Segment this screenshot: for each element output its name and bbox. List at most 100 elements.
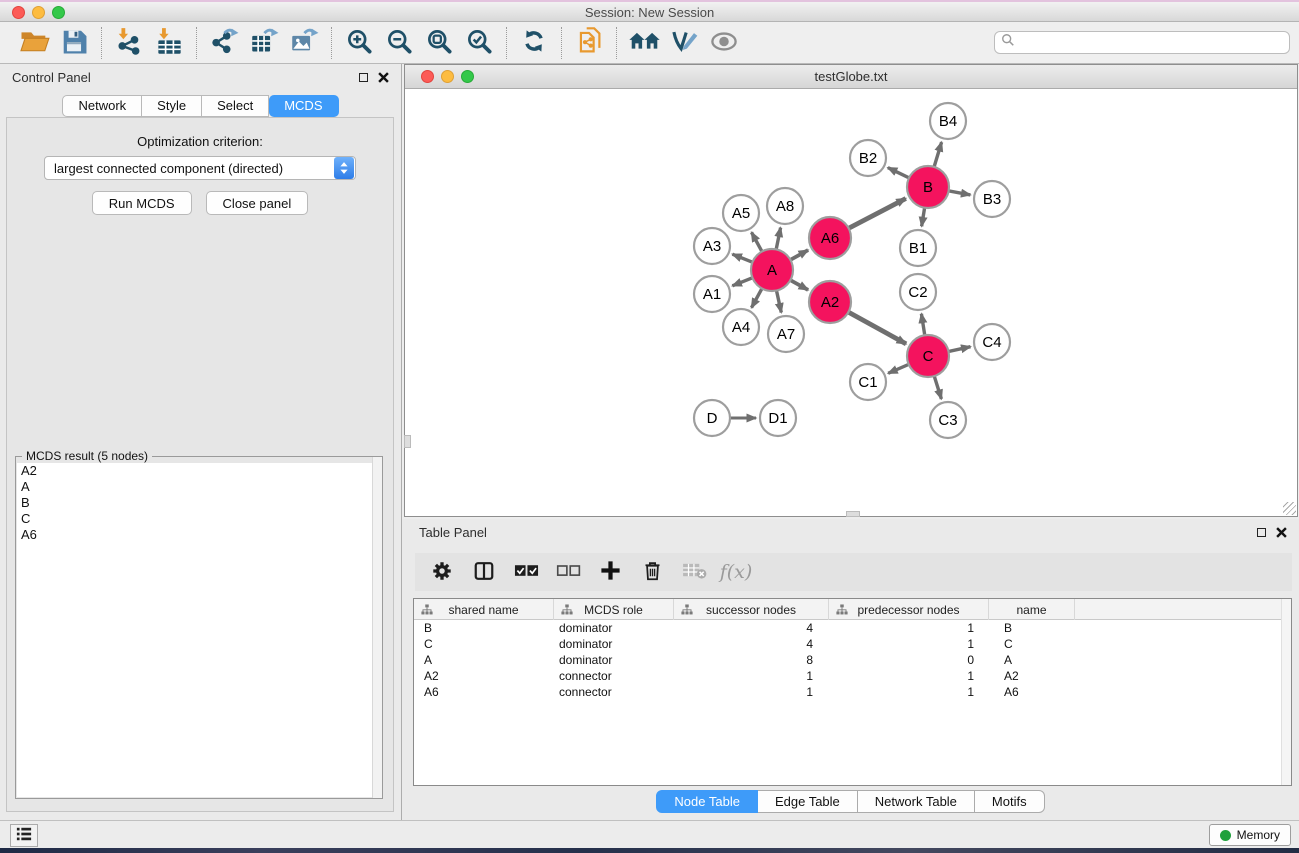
column-header-MCDS-role[interactable]: MCDS role [554,599,674,620]
column-header-shared-name[interactable]: shared name [414,599,554,620]
clone-network-button[interactable] [569,25,609,61]
tab-network[interactable]: Network [62,95,142,117]
result-item-C[interactable]: C [17,511,381,527]
network-canvas[interactable]: B4 B2 B B3 A8A5 A6 A3 B1 A C2 A1 A2 A4A7 C4 C C1 D D1 C3 [405,89,1297,516]
table-panel-close-icon[interactable] [1275,526,1287,538]
export-table-button[interactable] [244,25,284,61]
run-mcds-button[interactable]: Run MCDS [92,191,192,215]
function-button[interactable]: f(x) [723,559,749,585]
criterion-select[interactable]: largest connected component (directed) [44,156,356,180]
node-A1[interactable]: A1 [694,276,730,312]
node-C3[interactable]: C3 [930,402,966,438]
column-header-name[interactable]: name [989,599,1075,620]
control-panel-close-icon[interactable] [377,71,389,83]
node-A5[interactable]: A5 [723,195,759,231]
column-header-predecessor-nodes[interactable]: predecessor nodes [829,599,989,620]
tab-style[interactable]: Style [142,95,202,117]
zoom-selected-button[interactable] [459,25,499,61]
tab-motifs[interactable]: Motifs [975,790,1045,813]
result-item-A[interactable]: A [17,479,381,495]
node-A3[interactable]: A3 [694,228,730,264]
node-label: C [923,348,934,365]
memory-button[interactable]: Memory [1209,824,1291,846]
node-A7[interactable]: A7 [768,316,804,352]
select-all-button[interactable] [513,559,539,585]
show-hide-button[interactable] [704,25,744,61]
node-B1[interactable]: B1 [900,230,936,266]
deselect-all-button[interactable] [555,559,581,585]
tab-network-table[interactable]: Network Table [858,790,975,813]
node-C2[interactable]: C2 [900,274,936,310]
columns-button[interactable] [471,559,497,585]
cell: B [989,620,1075,636]
delete-table-icon [682,561,707,583]
delete-table-button[interactable] [681,559,707,585]
tab-select[interactable]: Select [202,95,269,117]
table-row-A6[interactable]: A6connector11A6 [414,684,1291,700]
import-network-icon [115,27,144,59]
node-D1[interactable]: D1 [760,400,796,436]
save-session-button[interactable] [54,25,94,61]
table-row-C[interactable]: Cdominator41C [414,636,1291,652]
node-A4[interactable]: A4 [723,309,759,345]
tab-edge-table[interactable]: Edge Table [758,790,858,813]
tab-mcds[interactable]: MCDS [269,95,338,117]
home-button[interactable] [624,25,664,61]
network-window-titlebar[interactable]: testGlobe.txt [405,65,1297,89]
search-input[interactable] [1015,34,1289,52]
tab-node-table[interactable]: Node Table [656,790,758,813]
node-D[interactable]: D [694,400,730,436]
delete-button[interactable] [639,559,665,585]
split-divider-handle-vertical[interactable] [404,435,411,448]
node-B[interactable]: B [907,166,949,208]
node-A2[interactable]: A2 [809,281,851,323]
node-B3[interactable]: B3 [974,181,1010,217]
table-row-A[interactable]: Adominator80A [414,652,1291,668]
node-C4[interactable]: C4 [974,324,1010,360]
node-label: D [707,410,718,427]
result-item-A6[interactable]: A6 [17,527,381,543]
import-network-button[interactable] [109,25,149,61]
result-item-B[interactable]: B [17,495,381,511]
zoom-out-button[interactable] [379,25,419,61]
export-image-icon [290,27,319,59]
result-item-A2[interactable]: A2 [17,463,381,479]
open-session-button[interactable] [14,25,54,61]
column-header-successor-nodes[interactable]: successor nodes [674,599,829,620]
table-row-B[interactable]: Bdominator41B [414,620,1291,636]
settings-button[interactable] [429,559,455,585]
node-C1[interactable]: C1 [850,364,886,400]
table-scrollbar[interactable] [1281,599,1291,785]
result-list-scrollbar[interactable] [372,457,382,798]
table-panel-float-icon[interactable] [1255,526,1267,538]
cell: A2 [989,668,1075,684]
table-row-A2[interactable]: A2connector11A2 [414,668,1291,684]
style-button[interactable] [664,25,704,61]
refresh-button[interactable] [514,25,554,61]
add-button[interactable] [597,559,623,585]
node-B2[interactable]: B2 [850,140,886,176]
node-B4[interactable]: B4 [930,103,966,139]
cell: connector [554,684,674,700]
zoom-in-button[interactable] [339,25,379,61]
node-label: A [767,262,777,279]
zoom-fit-button[interactable] [419,25,459,61]
node-A8[interactable]: A8 [767,188,803,224]
node-label: C4 [982,334,1001,351]
search-box[interactable] [994,31,1290,54]
node-C[interactable]: C [907,335,949,377]
split-divider-handle-horizontal[interactable] [846,511,860,517]
close-panel-button[interactable]: Close panel [206,191,309,215]
control-panel-float-icon[interactable] [357,71,369,83]
node-label: C1 [858,374,877,391]
task-history-button[interactable] [10,824,38,847]
memory-status-icon [1220,830,1231,841]
node-A6[interactable]: A6 [809,217,851,259]
window-resize-grip[interactable] [1283,502,1296,515]
node-A[interactable]: A [751,249,793,291]
cell: A6 [989,684,1075,700]
export-network-button[interactable] [204,25,244,61]
export-image-button[interactable] [284,25,324,61]
table-panel-header: Table Panel [402,519,1299,545]
import-table-button[interactable] [149,25,189,61]
